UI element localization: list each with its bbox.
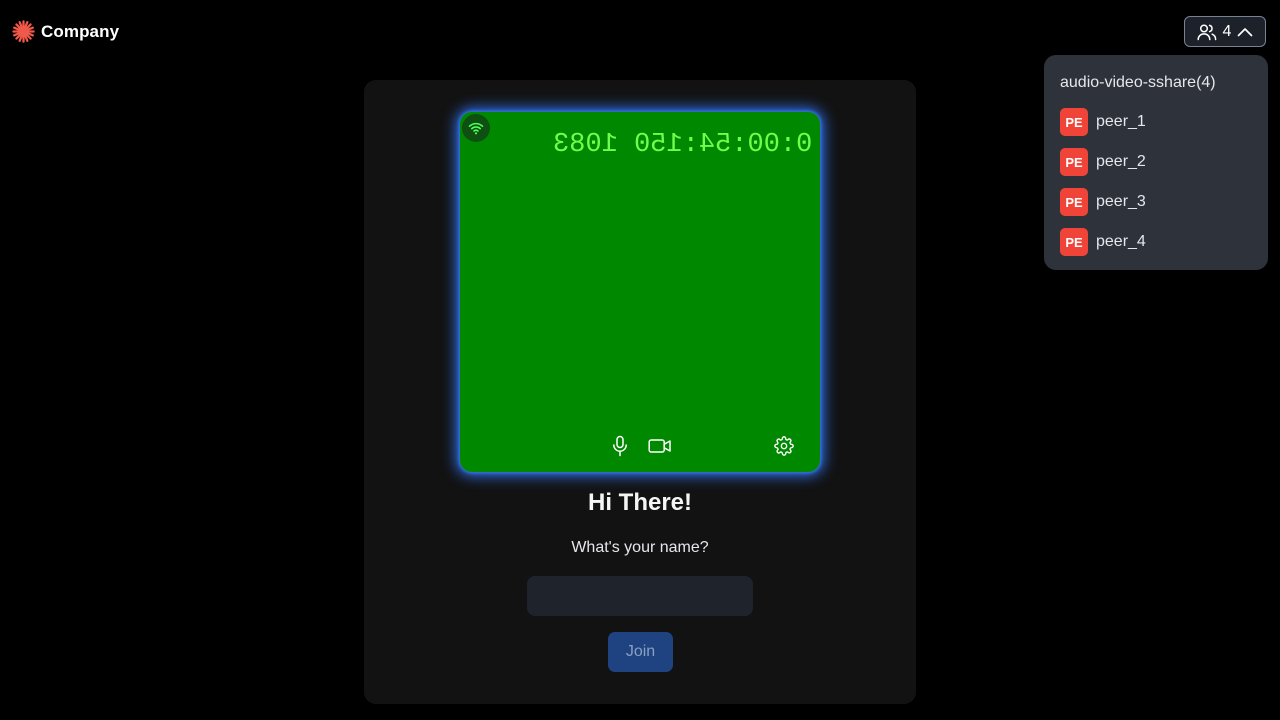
peer-list-item[interactable]: PE peer_3 bbox=[1060, 188, 1146, 216]
room-title: audio-video-sshare(4) bbox=[1060, 74, 1216, 91]
chevron-up-icon bbox=[1238, 27, 1253, 36]
wifi-icon bbox=[468, 122, 484, 135]
avatar: PE bbox=[1060, 188, 1088, 216]
peer-name: peer_2 bbox=[1096, 153, 1146, 170]
avatar: PE bbox=[1060, 108, 1088, 136]
video-preview: 0:00:54:150 1083 bbox=[460, 112, 820, 472]
peer-list-item[interactable]: PE peer_4 bbox=[1060, 228, 1146, 256]
asterisk-logo-icon bbox=[12, 20, 35, 43]
avatar: PE bbox=[1060, 228, 1088, 256]
participants-toggle-button[interactable]: 4 bbox=[1184, 16, 1266, 47]
avatar: PE bbox=[1060, 148, 1088, 176]
settings-button[interactable] bbox=[772, 434, 796, 458]
mic-toggle-button[interactable] bbox=[608, 434, 632, 458]
camera-toggle-button[interactable] bbox=[646, 434, 674, 458]
microphone-icon bbox=[613, 435, 627, 457]
peer-list-item[interactable]: PE peer_2 bbox=[1060, 148, 1146, 176]
join-button[interactable]: Join bbox=[608, 632, 673, 672]
video-timestamp: 0:00:54:150 1083 bbox=[552, 130, 812, 160]
people-icon bbox=[1196, 23, 1216, 40]
peer-name: peer_1 bbox=[1096, 113, 1146, 130]
network-quality-badge bbox=[462, 114, 490, 142]
preview-card: 0:00:54:150 1083 Hi There! What's your n… bbox=[364, 80, 916, 704]
peer-name: peer_3 bbox=[1096, 193, 1146, 210]
name-input[interactable] bbox=[527, 576, 753, 616]
company-logo: Company bbox=[12, 20, 119, 43]
name-prompt-label: What's your name? bbox=[571, 539, 709, 556]
peer-list-item[interactable]: PE peer_1 bbox=[1060, 108, 1146, 136]
video-camera-icon bbox=[648, 439, 671, 453]
participants-dropdown: audio-video-sshare(4) PE peer_1 PE peer_… bbox=[1044, 55, 1268, 270]
peer-name: peer_4 bbox=[1096, 233, 1146, 250]
participants-count: 4 bbox=[1222, 22, 1232, 40]
greeting-heading: Hi There! bbox=[587, 489, 692, 516]
company-name: Company bbox=[41, 21, 120, 41]
gear-icon bbox=[774, 436, 794, 456]
